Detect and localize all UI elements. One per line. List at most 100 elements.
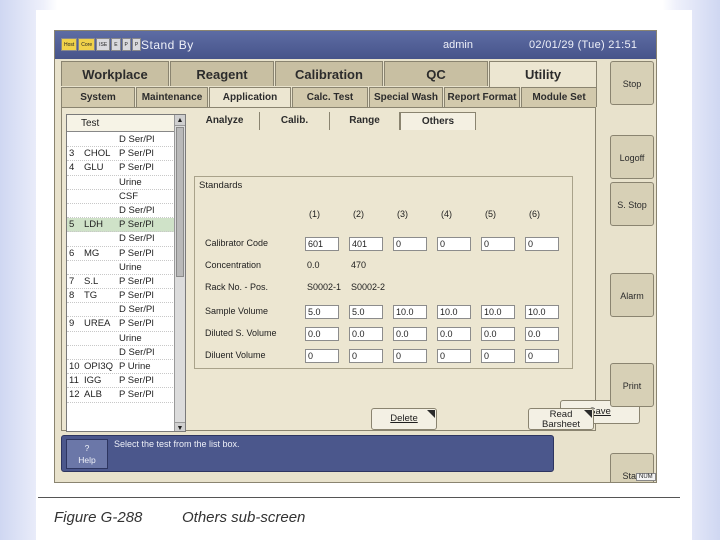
tab-others[interactable]: Others bbox=[400, 112, 476, 130]
standard-input-field[interactable]: 401 bbox=[349, 237, 383, 251]
read-barsheet-button[interactable]: Read Barsheet bbox=[528, 408, 594, 430]
standard-input-field[interactable]: 10.0 bbox=[525, 305, 559, 319]
standard-input-field[interactable]: 0 bbox=[437, 349, 471, 363]
module-p2[interactable]: P bbox=[131, 38, 142, 51]
tab-workplace[interactable]: Workplace bbox=[61, 61, 169, 86]
standard-input-field[interactable]: 0 bbox=[525, 349, 559, 363]
module-e[interactable]: E bbox=[111, 38, 121, 51]
test-list-item[interactable]: 11 IGG P Ser/Pl bbox=[67, 374, 175, 389]
standard-value: 470 bbox=[351, 260, 367, 270]
standard-value: 0.0 bbox=[307, 260, 320, 270]
test-list-item[interactable]: D Ser/Pl bbox=[67, 204, 175, 219]
test-sample-type: D Ser/Pl bbox=[119, 233, 155, 245]
tab-report-format[interactable]: Report Format bbox=[444, 87, 520, 107]
standard-input-field[interactable]: 0.0 bbox=[349, 327, 383, 341]
tab-module-set[interactable]: Module Set bbox=[521, 87, 597, 107]
test-list-item[interactable]: 7 S.L P Ser/Pl bbox=[67, 275, 175, 290]
module-host[interactable]: Host bbox=[61, 38, 78, 51]
standard-input-field[interactable]: 0.0 bbox=[393, 327, 427, 341]
tab-range[interactable]: Range bbox=[330, 112, 400, 130]
delete-button-label: Delete bbox=[390, 413, 418, 424]
scroll-up-arrow-icon[interactable]: ▲ bbox=[175, 115, 185, 126]
standard-input-field[interactable]: 0.0 bbox=[305, 327, 339, 341]
scroll-thumb[interactable] bbox=[176, 127, 184, 277]
standard-input-field[interactable]: 0 bbox=[481, 237, 515, 251]
test-list-item[interactable]: 6 MG P Ser/Pl bbox=[67, 247, 175, 261]
corner-flag-icon bbox=[427, 410, 435, 418]
standard-input-field[interactable]: 0 bbox=[525, 237, 559, 251]
tab-analyze[interactable]: Analyze bbox=[190, 112, 260, 130]
test-list-item[interactable]: Urine bbox=[67, 261, 175, 275]
test-name: ALB bbox=[84, 389, 102, 401]
test-name: GLU bbox=[84, 162, 104, 174]
print-button[interactable]: Print bbox=[610, 363, 654, 407]
alarm-button[interactable]: Alarm bbox=[610, 273, 654, 317]
test-list-item[interactable]: 9 UREA P Ser/Pl bbox=[67, 317, 175, 332]
test-list-item[interactable]: Urine bbox=[67, 332, 175, 346]
tab-calc-test[interactable]: Calc. Test bbox=[292, 87, 368, 107]
test-list-item[interactable]: 12 ALB P Ser/Pl bbox=[67, 388, 175, 403]
tab-utility[interactable]: Utility bbox=[489, 61, 597, 88]
standard-input-field[interactable]: 0.0 bbox=[481, 327, 515, 341]
standard-input-field[interactable]: 10.0 bbox=[481, 305, 515, 319]
standard-input-field[interactable]: 5.0 bbox=[349, 305, 383, 319]
help-button[interactable]: ? Help bbox=[66, 439, 108, 469]
standard-input-field[interactable]: 0 bbox=[437, 237, 471, 251]
module-p1[interactable]: P bbox=[121, 38, 131, 51]
module-core[interactable]: Core bbox=[78, 38, 96, 51]
standard-input-field[interactable]: 0 bbox=[305, 349, 339, 363]
standard-input-field[interactable]: 10.0 bbox=[437, 305, 471, 319]
standard-input-field[interactable]: 10.0 bbox=[393, 305, 427, 319]
delete-button[interactable]: Delete bbox=[371, 408, 437, 430]
test-list-item[interactable]: 5 LDH P Ser/Pl bbox=[67, 218, 175, 233]
standard-input-field[interactable]: 0.0 bbox=[525, 327, 559, 341]
standard-input-field[interactable]: 0.0 bbox=[437, 327, 471, 341]
analyzer-screen: Host Core ISE E P P Stand By admin 02/01… bbox=[54, 30, 657, 483]
test-sample-type: P Ser/Pl bbox=[119, 290, 154, 302]
figure-title: Others sub-screen bbox=[182, 509, 306, 526]
test-sample-type: D Ser/Pl bbox=[119, 134, 155, 145]
standard-input-field[interactable]: 0 bbox=[393, 349, 427, 363]
tab-special-wash[interactable]: Special Wash bbox=[369, 87, 443, 107]
test-list-header: Test bbox=[67, 115, 175, 132]
test-number: 12 bbox=[69, 389, 80, 401]
tab-system[interactable]: System bbox=[61, 87, 135, 107]
standard-input-field[interactable]: 0 bbox=[393, 237, 427, 251]
standard-input-field[interactable]: 0 bbox=[349, 349, 383, 363]
module-indicators: Host Core ISE E P P bbox=[61, 38, 142, 51]
logoff-button[interactable]: Logoff bbox=[610, 135, 654, 179]
test-sample-type: P Ser/Pl bbox=[119, 148, 154, 160]
test-number: 7 bbox=[69, 275, 75, 287]
tab-qc[interactable]: QC bbox=[384, 61, 488, 86]
test-list-item[interactable]: D Ser/Pl bbox=[67, 133, 175, 148]
test-list-item[interactable]: CSF bbox=[67, 190, 175, 204]
test-list-item[interactable]: D Ser/Pl bbox=[67, 346, 175, 360]
test-sample-type: P Ser/Pl bbox=[119, 162, 154, 174]
tab-application[interactable]: Application bbox=[209, 87, 291, 109]
stop-button[interactable]: Stop bbox=[610, 61, 654, 105]
standard-column-header: (2) bbox=[353, 209, 364, 219]
tab-maintenance[interactable]: Maintenance bbox=[136, 87, 208, 107]
test-list-item[interactable]: D Ser/Pl bbox=[67, 303, 175, 318]
test-list-item[interactable]: D Ser/Pl bbox=[67, 232, 175, 247]
test-list-box[interactable]: Test D Ser/Pl 3 CHOL P Ser/Pl 4 GLU P Ser/Pl Ur… bbox=[66, 114, 186, 432]
tab-calib[interactable]: Calib. bbox=[260, 112, 330, 130]
scroll-down-arrow-icon[interactable]: ▼ bbox=[175, 422, 185, 431]
tab-calibration[interactable]: Calibration bbox=[275, 61, 383, 86]
help-message: Select the test from the list box. bbox=[114, 439, 240, 449]
test-name: LDH bbox=[84, 219, 104, 231]
standard-input-field[interactable]: 601 bbox=[305, 237, 339, 251]
test-list-item[interactable]: 8 TG P Ser/Pl bbox=[67, 289, 175, 304]
read-barsheet-label-2: Barsheet bbox=[541, 419, 581, 430]
standards-title: Standards bbox=[199, 180, 243, 191]
s-stop-button[interactable]: S. Stop bbox=[610, 182, 654, 226]
test-list-item[interactable]: Urine bbox=[67, 176, 175, 190]
test-list-scrollbar[interactable]: ▲ ▼ bbox=[174, 115, 185, 431]
test-list-item[interactable]: 3 CHOL P Ser/Pl bbox=[67, 147, 175, 162]
test-list-item[interactable]: 4 GLU P Ser/Pl bbox=[67, 161, 175, 176]
module-ise[interactable]: ISE bbox=[96, 38, 111, 51]
standard-input-field[interactable]: 5.0 bbox=[305, 305, 339, 319]
standard-input-field[interactable]: 0 bbox=[481, 349, 515, 363]
tab-reagent[interactable]: Reagent bbox=[170, 61, 274, 86]
test-list-item[interactable]: 10 OPI3Q P Urine bbox=[67, 360, 175, 375]
